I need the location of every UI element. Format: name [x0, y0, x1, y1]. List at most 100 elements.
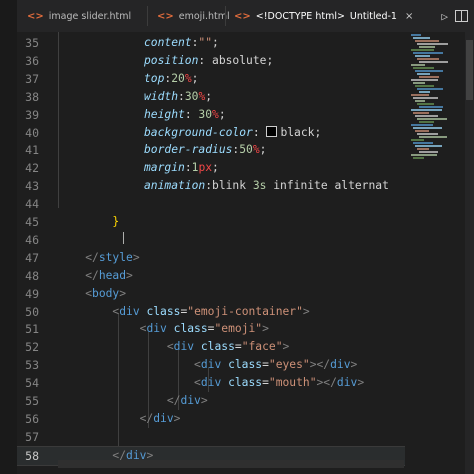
code-line[interactable]: 48 </head> [17, 267, 405, 285]
code-line[interactable]: 44 [17, 195, 405, 213]
code-token: % [212, 107, 219, 121]
code-token: "eyes" [268, 358, 310, 372]
code-token: ></ [316, 376, 337, 390]
code-token: ; [212, 36, 219, 49]
code-line[interactable]: 50 <div class="emoji-container"> [17, 303, 405, 321]
code-token: 3s [252, 179, 267, 193]
line-number: 57 [25, 429, 39, 444]
line-number: 40 [25, 125, 39, 140]
code-editor[interactable]: 35 content:""; 36 position: absolute; 37 top:… [17, 32, 405, 474]
code-token: background-color [144, 125, 253, 139]
tab-image-slider[interactable]: <> image slider.html [27, 0, 131, 32]
minimap-line [413, 52, 443, 54]
code-line[interactable]: 43 animation:blink 3s infinite alternat [17, 177, 405, 195]
line-number: 42 [25, 161, 39, 176]
html-file-icon: <> [27, 10, 44, 22]
code-line[interactable]: 41 border-radius:50%; [17, 141, 405, 159]
code-line[interactable]: 56 </div> [17, 410, 405, 428]
code-token: ; [205, 89, 213, 103]
minimap-line [419, 121, 434, 123]
close-icon[interactable]: × [405, 11, 413, 22]
code-text: </div> [58, 392, 208, 410]
minimap-line [417, 88, 443, 90]
minimap-line [411, 79, 438, 81]
code-token: class [146, 304, 181, 318]
code-token: animation [144, 179, 206, 193]
editor-window: <> image slider.html <> emoji.html <> <!… [0, 0, 474, 474]
code-token: div [173, 340, 195, 354]
tab-untitled-1[interactable]: <> <!DOCTYPE html> Untitled-1 × [234, 0, 413, 32]
minimap-line [419, 151, 438, 153]
html-file-icon: <> [157, 10, 174, 22]
code-token: "" [198, 36, 213, 49]
code-token: % [252, 143, 260, 157]
code-line[interactable]: 47 </style> [17, 249, 405, 267]
mouse-cursor [123, 232, 124, 244]
code-line[interactable]: 37 top:20%; [17, 70, 405, 88]
code-line[interactable]: 38 width:30%; [17, 88, 405, 106]
html-file-icon: <> [234, 10, 251, 22]
line-number: 46 [25, 232, 39, 247]
code-text: <div class="emoji"> [58, 320, 269, 338]
code-line[interactable]: 55 </div> [17, 392, 405, 410]
minimap-line [415, 130, 429, 132]
code-line[interactable]: 49 <body> [17, 285, 405, 303]
code-token: < [166, 340, 174, 354]
code-token: div [119, 304, 140, 318]
minimap[interactable] [405, 32, 465, 474]
line-number: 43 [25, 179, 39, 194]
code-token: > [357, 376, 365, 390]
code-token: position [144, 53, 199, 67]
code-token: margin [144, 161, 185, 175]
tab-emoji[interactable]: <> emoji.html [157, 0, 230, 32]
line-number: 38 [25, 89, 39, 104]
minimap-line [415, 100, 425, 102]
code-token: </ [139, 411, 154, 425]
code-token: 30 [184, 89, 199, 103]
code-text: <div class="face"> [58, 338, 289, 356]
minimap-line [411, 139, 424, 141]
code-token: content [144, 36, 192, 49]
color-swatch[interactable] [266, 125, 278, 137]
code-line[interactable]: 35 content:""; [17, 34, 405, 52]
minimap-line [419, 61, 448, 63]
code-line[interactable]: 57 [17, 428, 405, 446]
minimap-line [415, 115, 438, 117]
code-line[interactable]: 39 height: 30%; [17, 106, 405, 124]
code-token: = [262, 376, 269, 390]
code-line[interactable]: 52 <div class="face"> [17, 338, 405, 356]
minimap-line [415, 145, 442, 147]
code-line[interactable]: 46 [17, 231, 405, 249]
split-editor-icon[interactable] [455, 10, 468, 22]
scrollbar-thumb[interactable] [466, 40, 473, 100]
code-token: : [205, 179, 213, 193]
code-token: class [200, 340, 235, 354]
code-line[interactable]: 54 <div class="mouth"></div> [17, 374, 405, 392]
code-token: div [200, 358, 222, 372]
code-token: </ [85, 250, 99, 264]
code-text: height: 30%; [144, 106, 226, 124]
code-token: : [198, 53, 213, 67]
code-token: div [180, 394, 201, 407]
code-line[interactable]: 36 position: absolute; [17, 52, 405, 70]
line-number: 52 [25, 340, 39, 355]
code-token: height [144, 107, 185, 121]
code-line[interactable]: 45 } [17, 213, 405, 231]
code-line[interactable]: 42 margin:1px; [17, 159, 405, 177]
minimap-line [419, 91, 430, 93]
line-number: 51 [25, 322, 39, 337]
minimap-line [411, 34, 421, 36]
horizontal-scrollbar[interactable] [58, 460, 404, 468]
line-number: 45 [25, 215, 39, 229]
code-token: div [200, 376, 222, 390]
code-token: > [200, 394, 208, 407]
run-icon[interactable]: ▷ [441, 10, 448, 23]
code-line[interactable]: 53 <div class="eyes"></div> [17, 356, 405, 374]
code-line[interactable]: 40 background-color: black; [17, 124, 405, 142]
minimap-line [417, 148, 429, 150]
minimap-line [417, 73, 430, 75]
code-line[interactable]: 51 <div class="emoji"> [17, 320, 405, 338]
